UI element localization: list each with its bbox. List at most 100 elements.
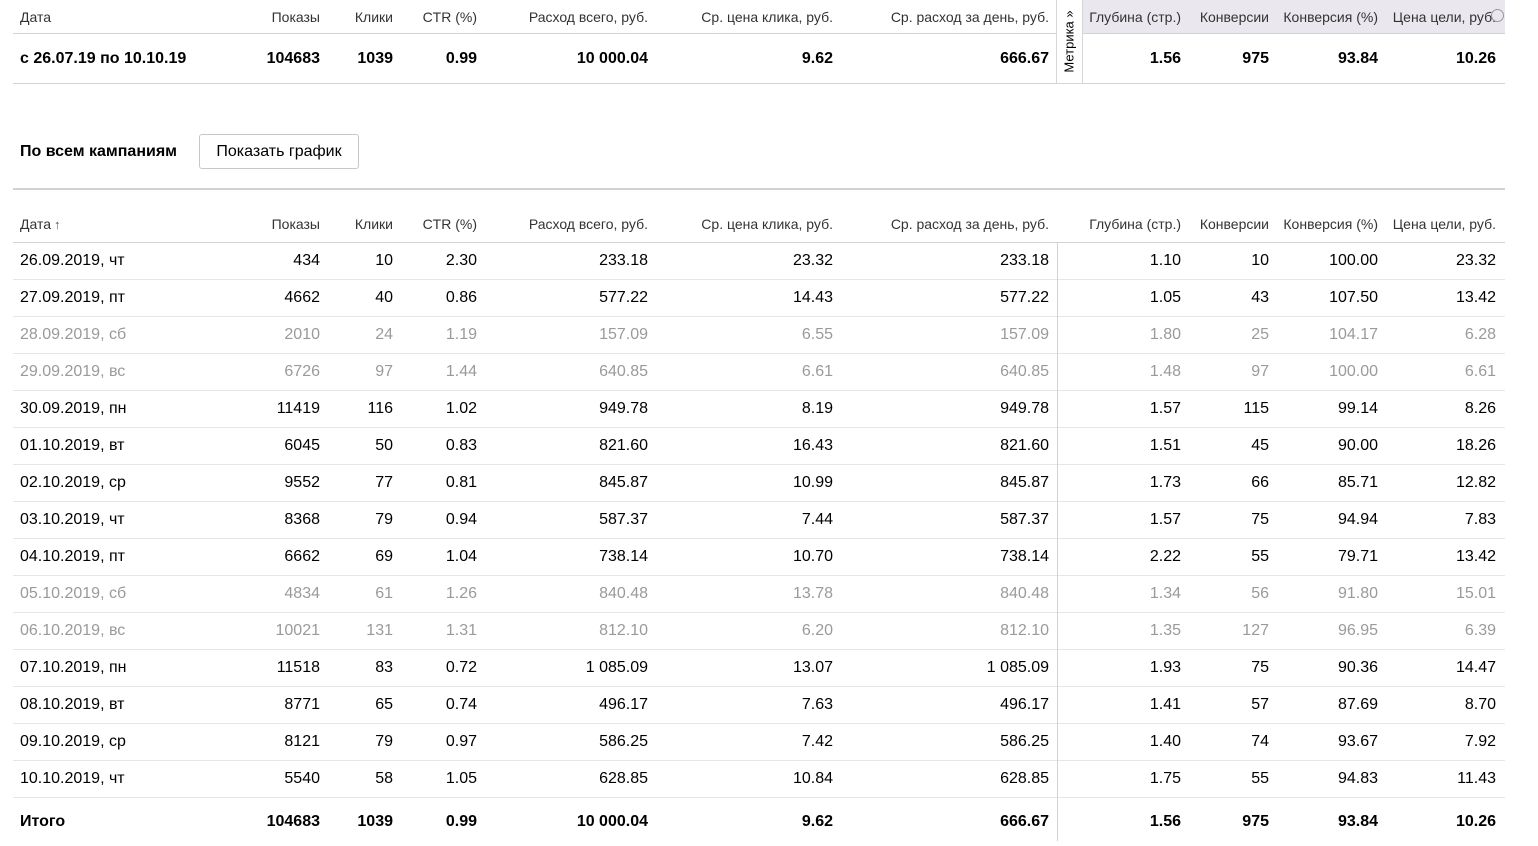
table-row: 06.10.2019, вс 10021 131 1.31 812.10 6.20 812.… bbox=[13, 613, 1505, 650]
ctr-cell: 0.94 bbox=[445, 511, 477, 528]
goal-price-cell: 14.47 bbox=[1455, 659, 1496, 676]
ctr-cell: 1.31 bbox=[445, 622, 477, 639]
spend-cell: 496.17 bbox=[599, 696, 648, 713]
goal-price-cell: 13.42 bbox=[1455, 548, 1496, 565]
shows-cell: 8771 bbox=[284, 696, 320, 713]
cpc-cell: 13.78 bbox=[792, 585, 833, 602]
date-cell: 28.09.2019, сб bbox=[20, 326, 127, 343]
total-spend: 10 000.04 bbox=[576, 813, 648, 830]
conversions-cell: 115 bbox=[1243, 400, 1269, 417]
conversion-rate-cell: 104.17 bbox=[1329, 326, 1378, 343]
goal-price-cell: 12.82 bbox=[1455, 474, 1496, 491]
metrika-toggle-tab[interactable]: Метрика » bbox=[1056, 0, 1083, 84]
spend-cell: 840.48 bbox=[599, 585, 648, 602]
conversion-rate-cell: 100.00 bbox=[1329, 252, 1378, 269]
sort-ascending-icon: ↑ bbox=[54, 216, 61, 232]
column-header-date[interactable]: Дата ↑ bbox=[20, 206, 61, 242]
column-header-clicks[interactable]: Клики bbox=[333, 206, 393, 242]
daily-spend-cell: 1 085.09 bbox=[986, 659, 1049, 676]
conversions-cell: 127 bbox=[1242, 622, 1269, 639]
table-row: 03.10.2019, чт 8368 79 0.94 587.37 7.44 587.37… bbox=[13, 502, 1505, 539]
spend-cell: 845.87 bbox=[599, 474, 648, 491]
column-header-spend[interactable]: Расход всего, руб. bbox=[483, 206, 648, 242]
date-cell: 08.10.2019, вт bbox=[20, 696, 125, 713]
depth-cell: 1.93 bbox=[1149, 659, 1181, 676]
clicks-cell: 10 bbox=[375, 252, 393, 269]
total-daily: 666.67 bbox=[1000, 813, 1049, 830]
goal-price-cell: 13.42 bbox=[1455, 289, 1496, 306]
goal-price-cell: 8.26 bbox=[1464, 400, 1496, 417]
conversion-rate-cell: 90.36 bbox=[1337, 659, 1378, 676]
table-row: 08.10.2019, вт 8771 65 0.74 496.17 7.63 496.17… bbox=[13, 687, 1505, 724]
table-total-row: Итого 104683 1039 0.99 10 000.04 9.62 66… bbox=[13, 798, 1505, 846]
ctr-cell: 1.26 bbox=[445, 585, 477, 602]
cpc-cell: 6.61 bbox=[801, 363, 833, 380]
total-clicks: 1039 bbox=[357, 813, 393, 830]
summary-values-row: с 26.07.19 по 10.10.19 104683 1039 0.99 … bbox=[13, 34, 1505, 84]
goal-price-cell: 8.70 bbox=[1464, 696, 1496, 713]
goal-price-cell: 6.28 bbox=[1464, 326, 1496, 343]
column-header-ctr[interactable]: CTR (%) bbox=[407, 206, 477, 242]
goal-price-cell: 6.61 bbox=[1464, 363, 1496, 380]
column-header-conversions[interactable]: Конверсии bbox=[1185, 206, 1269, 242]
daily-spend-cell: 812.10 bbox=[1000, 622, 1049, 639]
shows-cell: 9552 bbox=[284, 474, 320, 491]
column-header-conversion-rate[interactable]: Конверсия (%) bbox=[1275, 206, 1378, 242]
table-row: 02.10.2019, ср 9552 77 0.81 845.87 10.99 845.8… bbox=[13, 465, 1505, 502]
ctr-cell: 0.86 bbox=[445, 289, 477, 306]
clicks-cell: 79 bbox=[375, 511, 393, 528]
clicks-cell: 77 bbox=[375, 474, 393, 491]
shows-cell: 4662 bbox=[284, 289, 320, 306]
conversion-rate-cell: 91.80 bbox=[1337, 585, 1378, 602]
metrika-column-divider bbox=[1057, 242, 1058, 841]
goal-price-cell: 7.92 bbox=[1464, 733, 1496, 750]
column-header-depth[interactable]: Глубина (стр.) bbox=[1083, 206, 1181, 242]
column-header-daily[interactable]: Ср. расход за день, руб. bbox=[848, 206, 1049, 242]
column-header-shows[interactable]: Показы bbox=[223, 206, 320, 242]
goal-price-cell: 15.01 bbox=[1455, 585, 1496, 602]
summary-spend: 10 000.04 bbox=[576, 49, 648, 67]
depth-cell: 1.57 bbox=[1149, 511, 1181, 528]
table-body: 26.09.2019, чт 434 10 2.30 233.18 23.32 233.18… bbox=[13, 243, 1505, 798]
summary-daily: 666.67 bbox=[1000, 49, 1049, 67]
spend-cell: 640.85 bbox=[599, 363, 648, 380]
cpc-cell: 10.70 bbox=[792, 548, 833, 565]
goal-price-cell: 11.43 bbox=[1457, 770, 1496, 787]
conversions-cell: 43 bbox=[1251, 289, 1269, 306]
conversions-cell: 55 bbox=[1251, 770, 1269, 787]
summary-header-shows: Показы bbox=[271, 8, 320, 25]
cpc-cell: 6.20 bbox=[801, 622, 833, 639]
cpc-cell: 16.43 bbox=[792, 437, 833, 454]
summary-goal-price: 10.26 bbox=[1455, 49, 1496, 67]
total-conversions: 975 bbox=[1242, 813, 1269, 830]
daily-spend-cell: 949.78 bbox=[1000, 400, 1049, 417]
ctr-cell: 1.04 bbox=[445, 548, 477, 565]
column-header-cpc[interactable]: Ср. цена клика, руб. bbox=[663, 206, 833, 242]
metrika-toggle-label: Метрика » bbox=[1062, 10, 1078, 73]
table-row: 09.10.2019, ср 8121 79 0.97 586.25 7.42 586.25… bbox=[13, 724, 1505, 761]
depth-cell: 1.41 bbox=[1149, 696, 1181, 713]
clicks-cell: 69 bbox=[375, 548, 393, 565]
summary-header-ctr: CTR (%) bbox=[422, 8, 477, 25]
date-cell: 30.09.2019, пн bbox=[20, 400, 127, 417]
clicks-cell: 97 bbox=[375, 363, 393, 380]
total-conversion-rate: 93.84 bbox=[1337, 813, 1378, 830]
daily-spend-cell: 587.37 bbox=[1000, 511, 1049, 528]
ctr-cell: 0.83 bbox=[445, 437, 477, 454]
conversion-rate-cell: 93.67 bbox=[1337, 733, 1378, 750]
summary-shows: 104683 bbox=[266, 49, 320, 67]
daily-spend-cell: 496.17 bbox=[1000, 696, 1049, 713]
cpc-cell: 7.63 bbox=[801, 696, 833, 713]
summary-date-range: с 26.07.19 по 10.10.19 bbox=[20, 49, 187, 67]
conversions-cell: 74 bbox=[1251, 733, 1269, 750]
summary-conversions: 975 bbox=[1242, 49, 1269, 67]
column-header-goal-price[interactable]: Цена цели, руб. bbox=[1383, 206, 1496, 242]
depth-cell: 1.48 bbox=[1149, 363, 1181, 380]
shows-cell: 6726 bbox=[284, 363, 320, 380]
table-row: 04.10.2019, пт 6662 69 1.04 738.14 10.70 738.1… bbox=[13, 539, 1505, 576]
summary-header-daily: Ср. расход за день, руб. bbox=[890, 8, 1049, 25]
conversion-rate-cell: 94.83 bbox=[1337, 770, 1378, 787]
shows-cell: 434 bbox=[293, 252, 320, 269]
show-chart-button[interactable]: Показать график bbox=[199, 134, 359, 169]
cpc-cell: 14.43 bbox=[792, 289, 833, 306]
